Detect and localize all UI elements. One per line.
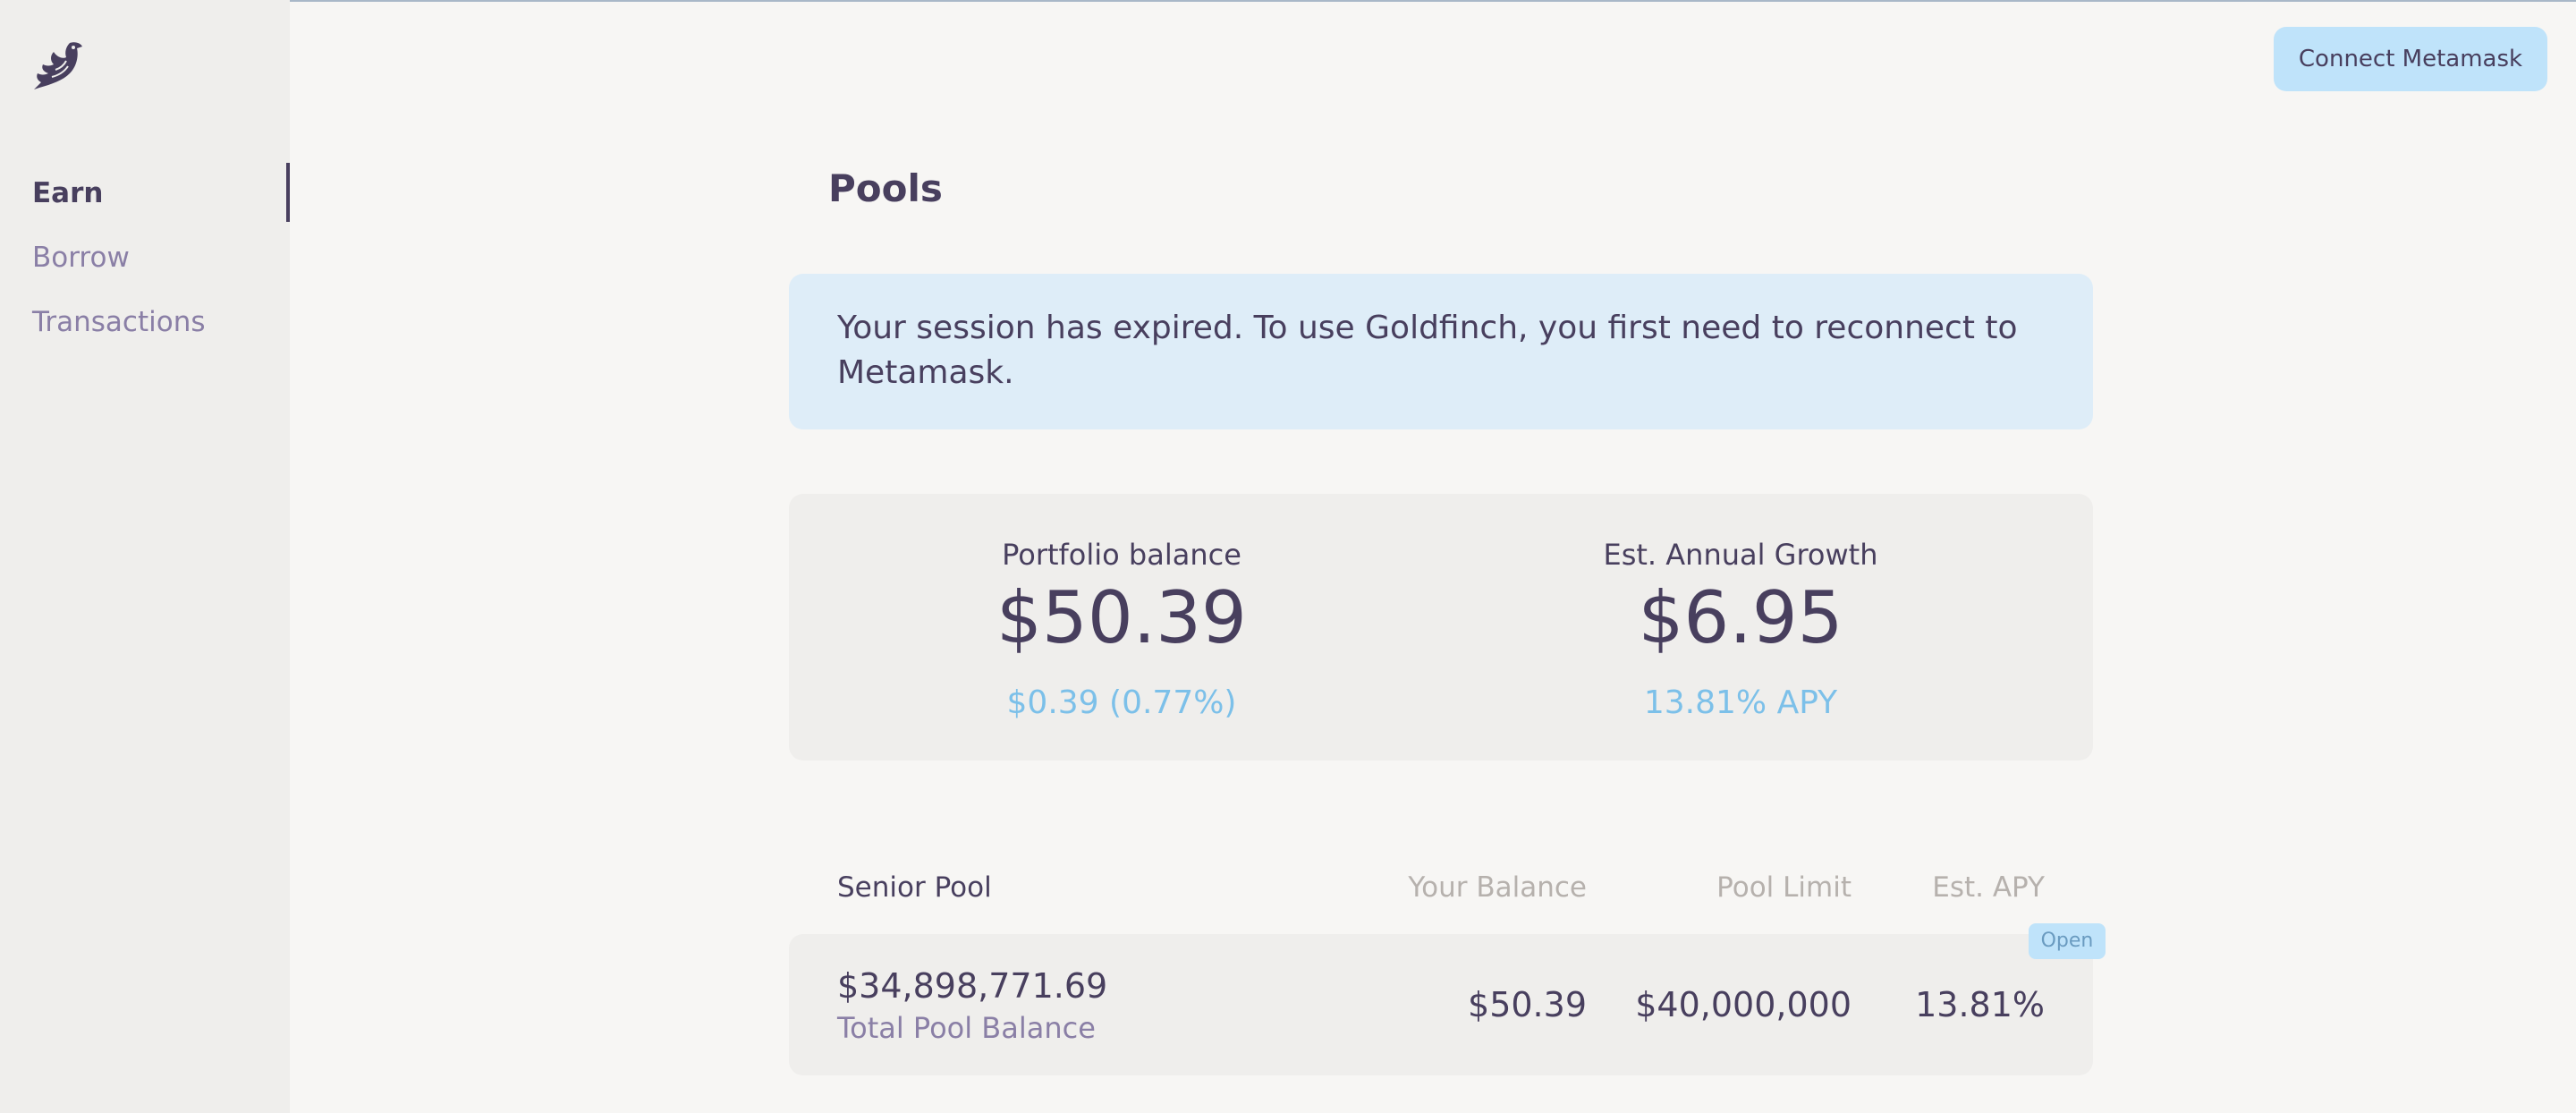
annual-growth-value: $6.95 bbox=[1638, 576, 1843, 659]
portfolio-summary: Portfolio balance $50.39 $0.39 (0.77%) E… bbox=[789, 494, 2093, 760]
top-border bbox=[0, 0, 2576, 2]
annual-growth-stat: Est. Annual Growth $6.95 13.81% APY bbox=[1472, 535, 2009, 726]
header-senior-pool: Senior Pool bbox=[837, 871, 992, 904]
your-balance-value: $50.39 bbox=[1468, 985, 1587, 1024]
header-pool-limit: Pool Limit bbox=[1716, 871, 1852, 904]
sidebar-nav: Earn Borrow Transactions bbox=[0, 161, 290, 354]
portfolio-balance-stat: Portfolio balance $50.39 $0.39 (0.77%) bbox=[853, 535, 1390, 726]
pool-limit-value: $40,000,000 bbox=[1635, 985, 1852, 1024]
goldfinch-bird-icon[interactable] bbox=[30, 38, 86, 91]
annual-growth-apy: 13.81% APY bbox=[1643, 684, 1838, 721]
portfolio-balance-value: $50.39 bbox=[996, 576, 1247, 659]
session-expired-notice: Your session has expired. To use Goldfin… bbox=[789, 274, 2093, 429]
sidebar: Earn Borrow Transactions bbox=[0, 0, 290, 1113]
page-title: Pools bbox=[828, 166, 943, 210]
est-apy-value: 13.81% bbox=[1915, 985, 2045, 1024]
portfolio-balance-label: Portfolio balance bbox=[1002, 538, 1241, 572]
annual-growth-label: Est. Annual Growth bbox=[1603, 538, 1878, 572]
total-pool-balance-value: $34,898,771.69 bbox=[837, 966, 1108, 1006]
pool-status-badge: Open bbox=[2029, 923, 2106, 959]
portfolio-balance-change: $0.39 (0.77%) bbox=[1006, 684, 1237, 721]
sidebar-item-borrow[interactable]: Borrow bbox=[0, 225, 290, 290]
connect-metamask-button[interactable]: Connect Metamask bbox=[2274, 27, 2547, 91]
sidebar-item-transactions[interactable]: Transactions bbox=[0, 290, 290, 354]
header-est-apy: Est. APY bbox=[1932, 871, 2045, 904]
total-pool-balance-label: Total Pool Balance bbox=[837, 1011, 1096, 1045]
pool-table-header: Senior Pool Your Balance Pool Limit Est.… bbox=[789, 861, 2093, 914]
header-your-balance: Your Balance bbox=[1408, 871, 1587, 904]
senior-pool-row[interactable]: $34,898,771.69 Total Pool Balance $50.39… bbox=[789, 934, 2093, 1075]
sidebar-item-earn[interactable]: Earn bbox=[0, 161, 290, 225]
